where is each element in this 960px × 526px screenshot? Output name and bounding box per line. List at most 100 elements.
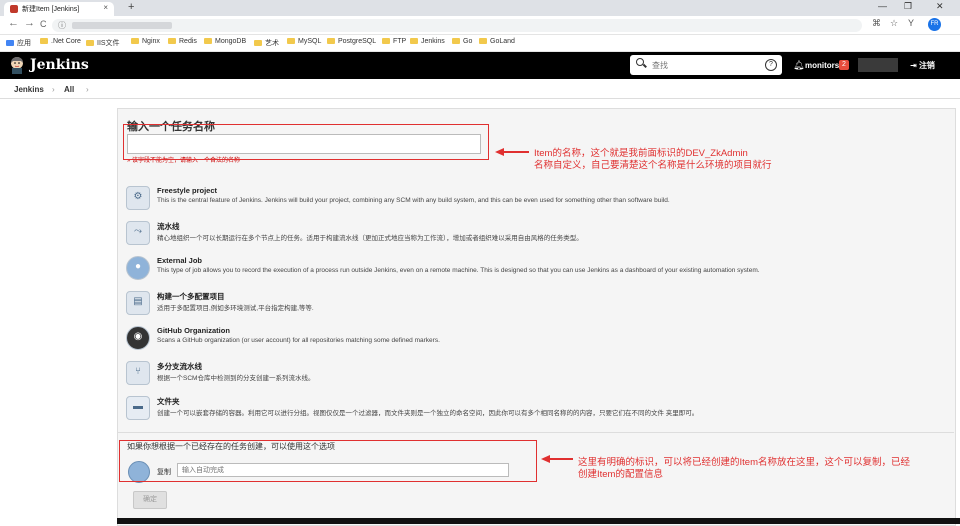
item-type-name: External Job [157, 256, 203, 265]
bookmarks-bar: 应用 .Net Core IIS文件 Nginx Redis MongoDB 艺… [0, 35, 960, 52]
annotation-arrow [503, 151, 529, 153]
bookmark-folder[interactable]: MongoDB [204, 38, 246, 45]
item-type-pipeline[interactable]: ⤳ 流水线 精心地组织一个可以长期运行在多个节点上的任务。适用于构建流水线（更加… [126, 221, 826, 247]
item-type-name: Freestyle project [157, 186, 218, 195]
pipeline-icon: ⤳ [126, 221, 150, 245]
browser-tab[interactable]: 新建Item [Jenkins] × [4, 2, 114, 16]
bookmark-folder[interactable]: .Net Core [40, 38, 81, 45]
redacted-username[interactable] [858, 58, 898, 72]
item-type-desc: This is the central feature of Jenkins. … [157, 197, 670, 204]
translate-icon[interactable]: ⌘ [872, 18, 881, 29]
item-type-desc: 根据一个SCM仓库中检测到的分支创建一系列流水线。 [157, 375, 315, 382]
item-type-name: 流水线 [157, 222, 180, 231]
annotation-note-2: 这里有明确的标识，可以将已经创建的Item名称放在这里，这个可以复制，已经 创建… [578, 457, 910, 481]
bookmark-folder[interactable]: FTP [382, 38, 406, 45]
close-window-button[interactable]: ✕ [936, 1, 944, 12]
folder-icon [131, 38, 139, 44]
monitors-link[interactable]: monitors [805, 61, 839, 70]
bookmark-folder[interactable]: PostgreSQL [327, 38, 376, 45]
annotation-box-copy [119, 440, 537, 482]
bookmark-folder[interactable]: Go [452, 38, 472, 45]
item-type-desc: 创建一个可以嵌套存储的容器。利用它可以进行分组。视图仅仅是一个过滤器，而文件夹则… [157, 410, 699, 417]
breadcrumb-all[interactable]: All [64, 85, 74, 94]
jenkins-title[interactable]: Jenkins [30, 57, 89, 73]
item-type-multibranch[interactable]: ⑂ 多分支流水线 根据一个SCM仓库中检测到的分支创建一系列流水线。 [126, 361, 826, 387]
logout-label: 注销 [918, 61, 935, 70]
ok-button[interactable]: 确定 [133, 491, 167, 509]
annotation-box-name [123, 124, 489, 160]
annotation-arrow [549, 458, 573, 460]
breadcrumb-separator[interactable]: › [52, 85, 55, 94]
item-type-name: GitHub Organization [157, 326, 230, 335]
item-type-desc: 适用于多配置项目,例如多环境测试,平台指定构建,等等. [157, 305, 314, 312]
folder-icon [254, 40, 262, 46]
site-info-icon[interactable]: ⓘ [58, 20, 66, 31]
redacted-url [72, 22, 172, 29]
bookmark-folder[interactable]: 艺术 [254, 38, 279, 48]
new-tab-button[interactable]: + [128, 1, 134, 13]
annotation-line: Item的名称，这个就是我前面标识的DEV_ZkAdmin [534, 148, 748, 159]
search-input[interactable] [650, 58, 764, 73]
item-type-name: 构建一个多配置项目 [157, 292, 225, 301]
item-type-freestyle[interactable]: ⚙ Freestyle project This is the central … [126, 186, 826, 212]
bookmark-folder[interactable]: Nginx [131, 38, 160, 45]
tab-title: 新建Item [Jenkins] [22, 6, 80, 13]
breadcrumb [0, 80, 960, 99]
folder-icon [287, 38, 295, 44]
bell-icon[interactable]: 🔔︎ [793, 60, 804, 71]
multibranch-icon: ⑂ [126, 361, 150, 385]
forward-button[interactable]: → [24, 17, 35, 29]
item-type-external-job[interactable]: ● External Job This type of job allows y… [126, 256, 826, 282]
item-type-github-organization[interactable]: ◉ GitHub Organization Scans a GitHub org… [126, 326, 826, 352]
extension-icon[interactable]: Y [908, 18, 914, 28]
bookmark-folder[interactable]: Redis [168, 38, 197, 45]
address-bar[interactable]: ⓘ [52, 19, 862, 32]
breadcrumb-jenkins[interactable]: Jenkins [14, 85, 44, 94]
external-job-icon: ● [126, 256, 150, 280]
folder-icon [204, 38, 212, 44]
item-type-desc: 精心地组织一个可以长期运行在多个节点上的任务。适用于构建流水线（更加正式地应当称… [157, 235, 583, 242]
freestyle-icon: ⚙ [126, 186, 150, 210]
folder-icon [86, 40, 94, 46]
item-type-name: 多分支流水线 [157, 362, 202, 371]
minimize-button[interactable]: — [878, 1, 887, 11]
logout-icon: ⇥ [910, 61, 917, 70]
search-icon [636, 58, 644, 66]
bookmark-folder[interactable]: MySQL [287, 38, 321, 45]
folder-icon [40, 38, 48, 44]
annotation-note-1: Item的名称，这个就是我前面标识的DEV_ZkAdmin 名称自定义，自己要清… [534, 148, 772, 172]
folder-icon: ▬ [126, 396, 150, 420]
annotation-line: 这里有明确的标识，可以将已经创建的Item名称放在这里，这个可以复制，已经 [578, 457, 910, 468]
folder-icon [479, 38, 487, 44]
bookmark-folder[interactable]: GoLand [479, 38, 515, 45]
folder-icon [327, 38, 335, 44]
profile-avatar[interactable]: FR [928, 18, 941, 31]
browser-tabstrip [0, 0, 960, 16]
taskbar-strip [117, 518, 960, 524]
tab-close-icon[interactable]: × [103, 3, 108, 12]
jenkins-logo-icon[interactable] [9, 56, 25, 74]
multi-config-icon: ▤ [126, 291, 150, 315]
search-box[interactable]: ? [630, 55, 782, 75]
reload-button[interactable]: C [40, 19, 47, 29]
jenkins-favicon-icon [10, 5, 18, 13]
maximize-button[interactable]: ❐ [904, 1, 912, 12]
section-divider [118, 432, 954, 433]
monitors-count-badge[interactable]: 2 [839, 60, 849, 70]
apps-icon [6, 40, 14, 46]
folder-icon [382, 38, 390, 44]
item-type-multi-config[interactable]: ▤ 构建一个多配置项目 适用于多配置项目,例如多环境测试,平台指定构建,等等. [126, 291, 826, 317]
bookmark-folder[interactable]: Jenkins [410, 38, 445, 45]
folder-icon [410, 38, 418, 44]
item-type-desc: This type of job allows you to record th… [157, 267, 760, 274]
help-icon[interactable]: ? [765, 59, 777, 71]
bookmark-star-icon[interactable]: ☆ [890, 18, 898, 29]
bookmark-apps[interactable]: 应用 [6, 38, 31, 48]
bookmark-folder[interactable]: IIS文件 [86, 38, 120, 48]
breadcrumb-separator[interactable]: › [86, 85, 89, 94]
logout-link[interactable]: ⇥ 注销 [910, 60, 935, 71]
back-button[interactable]: ← [8, 17, 19, 29]
folder-icon [168, 38, 176, 44]
item-type-folder[interactable]: ▬ 文件夹 创建一个可以嵌套存储的容器。利用它可以进行分组。视图仅仅是一个过滤器… [126, 396, 826, 422]
annotation-line: 创建Item的配置信息 [578, 469, 663, 480]
